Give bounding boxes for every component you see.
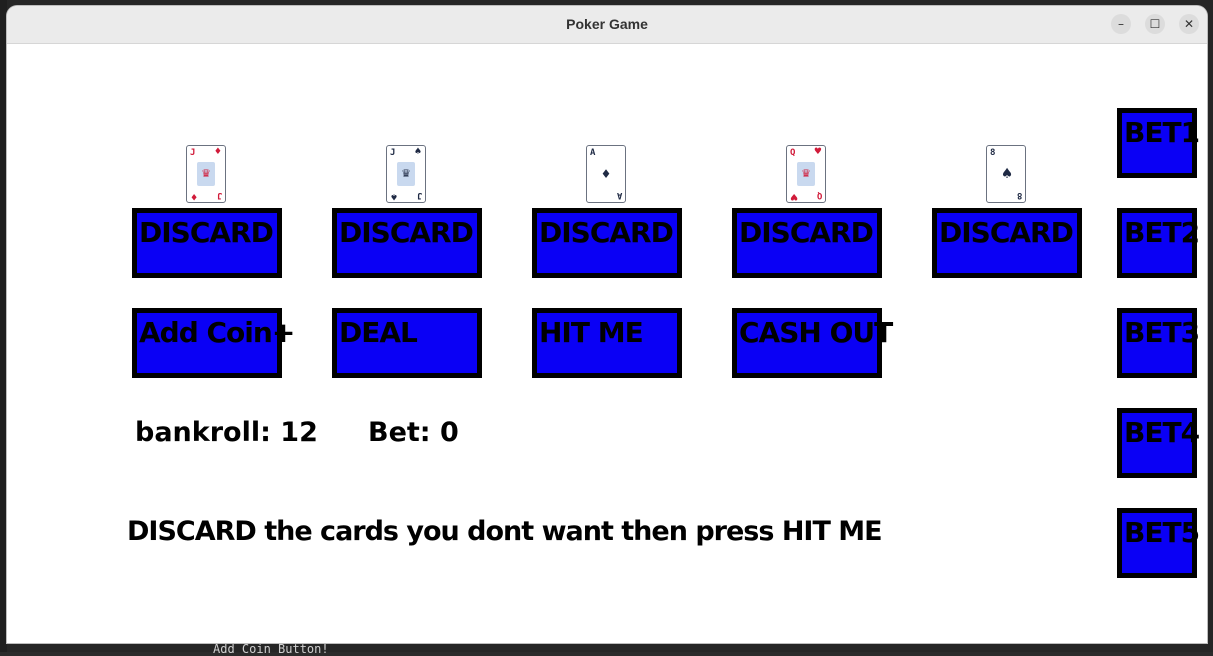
- bet5-button[interactable]: BET5: [1117, 508, 1200, 578]
- bet2-button[interactable]: BET2: [1117, 208, 1200, 278]
- hit-me-label: HIT ME: [539, 316, 644, 349]
- discard-label: DISCARD: [139, 216, 274, 249]
- card-4: Q ♥ ♛ ♥ Q: [786, 145, 826, 203]
- discard-label: DISCARD: [739, 216, 874, 249]
- card-suit-icon: ♦: [600, 167, 612, 181]
- discard-button-3[interactable]: DISCARD: [532, 208, 682, 278]
- game-canvas: J ♦ ♛ ♦ J J ♠ ♛ ♠ J A ♦ A Q ♥ ♛ ♥ Q 8 ♠: [7, 44, 1207, 643]
- discard-button-2[interactable]: DISCARD: [332, 208, 482, 278]
- bet2-label: BET2: [1124, 216, 1200, 249]
- card-face-icon: ♛: [397, 162, 415, 186]
- cash-out-label: CASH OUT: [739, 316, 893, 349]
- card-face-icon: ♛: [197, 162, 215, 186]
- bet4-button[interactable]: BET4: [1117, 408, 1200, 478]
- title-bar[interactable]: Poker Game – ☐ ✕: [7, 6, 1207, 44]
- card-rank: Q: [790, 148, 796, 158]
- deal-button[interactable]: DEAL: [332, 308, 482, 378]
- poker-game-window: Poker Game – ☐ ✕ J ♦ ♛ ♦ J J ♠ ♛ ♠ J A ♦…: [7, 6, 1207, 643]
- discard-label: DISCARD: [339, 216, 474, 249]
- card-2: J ♠ ♛ ♠ J: [386, 145, 426, 203]
- card-suit-icon: ♠: [413, 147, 422, 157]
- close-button[interactable]: ✕: [1179, 14, 1199, 34]
- discard-label: DISCARD: [539, 216, 674, 249]
- cash-out-button[interactable]: CASH OUT: [732, 308, 893, 378]
- add-coin-label: Add Coin+: [139, 316, 295, 349]
- instruction-text: DISCARD the cards you dont want then pre…: [127, 516, 883, 547]
- background-gutter: [0, 0, 7, 652]
- card-suit-icon: ♠: [1000, 166, 1013, 182]
- card-1: J ♦ ♛ ♦ J: [186, 145, 226, 203]
- bet4-label: BET4: [1124, 416, 1200, 449]
- bet3-label: BET3: [1124, 316, 1200, 349]
- deal-label: DEAL: [339, 316, 418, 349]
- add-coin-button[interactable]: Add Coin+: [132, 308, 295, 378]
- minimize-button[interactable]: –: [1111, 14, 1131, 34]
- discard-label: DISCARD: [939, 216, 1074, 249]
- window-title: Poker Game: [566, 16, 648, 32]
- card-rank: 8: [1016, 190, 1022, 200]
- card-rank: A: [590, 148, 596, 158]
- discard-button-4[interactable]: DISCARD: [732, 208, 882, 278]
- bet3-button[interactable]: BET3: [1117, 308, 1200, 378]
- card-rank: J: [190, 148, 196, 158]
- card-suit-icon: ♥: [813, 147, 822, 157]
- hit-me-button[interactable]: HIT ME: [532, 308, 682, 378]
- card-face-icon: ♛: [797, 162, 815, 186]
- discard-button-5[interactable]: DISCARD: [932, 208, 1082, 278]
- discard-button-1[interactable]: DISCARD: [132, 208, 282, 278]
- card-rank: 8: [990, 148, 996, 158]
- bet-label: Bet: 0: [368, 417, 459, 448]
- bet5-label: BET5: [1124, 516, 1200, 549]
- maximize-button[interactable]: ☐: [1145, 14, 1165, 34]
- card-rank: Q: [816, 190, 822, 200]
- bankroll-label: bankroll: 12: [135, 417, 318, 448]
- card-suit-icon: ♠: [390, 191, 399, 201]
- card-suit-icon: ♦: [213, 147, 222, 157]
- card-3: A ♦ A: [586, 145, 626, 203]
- bet1-label: BET1: [1124, 116, 1200, 149]
- card-5: 8 ♠ 8: [986, 145, 1026, 203]
- card-rank: J: [416, 190, 422, 200]
- card-suit-icon: ♦: [190, 191, 199, 201]
- card-rank: J: [216, 190, 222, 200]
- bet1-button[interactable]: BET1: [1117, 108, 1200, 178]
- card-rank: A: [616, 190, 622, 200]
- card-rank: J: [390, 148, 396, 158]
- card-suit-icon: ♥: [790, 191, 799, 201]
- background-code-line: Add Coin Button!: [213, 642, 329, 656]
